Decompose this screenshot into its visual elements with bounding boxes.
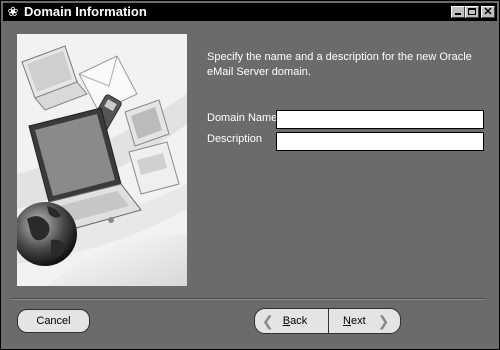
back-button-label: Back — [282, 315, 308, 327]
wizard-illustration — [17, 34, 187, 286]
cancel-button-label: Cancel — [36, 315, 71, 327]
chevron-right-icon: ❯ — [377, 313, 390, 329]
next-button-label: Next — [343, 315, 366, 327]
maximize-icon — [468, 8, 476, 15]
globe-icon[interactable]: ❀ — [6, 5, 20, 19]
domain-name-input[interactable] — [276, 110, 484, 129]
close-button[interactable]: ✕ — [481, 6, 495, 18]
window-title: Domain Information — [24, 4, 147, 19]
minimize-button[interactable] — [451, 6, 465, 18]
devices-globe-illustration — [17, 34, 187, 286]
maximize-button[interactable] — [465, 6, 479, 18]
close-icon: ✕ — [483, 6, 493, 18]
back-button[interactable]: ❮ Back — [255, 309, 328, 333]
chevron-left-icon: ❮ — [262, 313, 274, 329]
instructions-text: Specify the name and a description for t… — [207, 51, 472, 78]
next-button[interactable]: Next ❯ — [328, 309, 400, 333]
button-separator — [11, 298, 485, 300]
minimize-icon — [455, 13, 461, 15]
domain-information-dialog: ❀ Domain Information ✕ Specify the name … — [0, 0, 500, 350]
domain-name-label: Domain Name — [207, 112, 278, 124]
title-bar[interactable]: ❀ Domain Information ✕ — [3, 3, 497, 21]
description-label: Description — [207, 133, 263, 145]
description-input[interactable] — [276, 132, 484, 151]
navigation-button-group: ❮ Back Next ❯ — [254, 308, 401, 334]
cancel-button[interactable]: Cancel — [17, 309, 90, 333]
